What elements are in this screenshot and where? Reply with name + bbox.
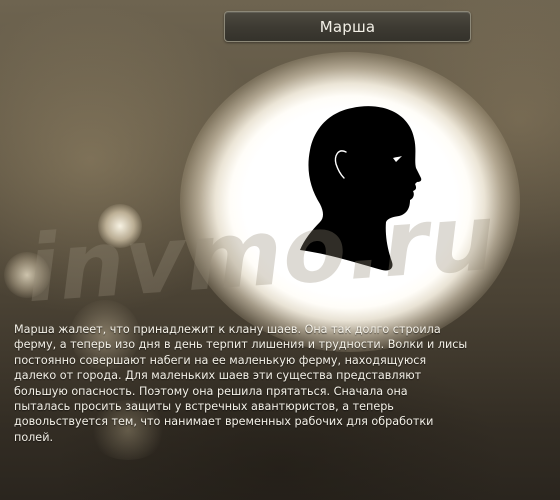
description-line: большую опасность. Поэтому она решила пр… xyxy=(14,384,408,398)
character-description: Марша жалеет, что принадлежит к клану ша… xyxy=(14,322,484,445)
bokeh-light xyxy=(98,204,142,248)
character-name-bar: Марша xyxy=(224,11,471,42)
description-line: довольствуется тем, что нанимает временн… xyxy=(14,415,434,429)
description-line: пыталась просить защиты у встречных аван… xyxy=(14,400,394,414)
character-name: Марша xyxy=(319,17,376,36)
description-line: Марша жалеет, что принадлежит к клану ша… xyxy=(14,323,441,336)
character-info-screen: Марша invmo.ru Марша жалеет, что принадл… xyxy=(0,0,560,500)
bokeh-light xyxy=(4,252,50,298)
description-line: постоянно совершают набеги на ее маленьк… xyxy=(14,353,427,367)
description-line: далеко от города. Для маленьких шаев эти… xyxy=(14,369,422,383)
description-line: полей. xyxy=(14,430,54,444)
description-line: ферму, а теперь изо дня в день терпит ли… xyxy=(14,338,468,352)
head-silhouette-icon xyxy=(300,106,422,271)
